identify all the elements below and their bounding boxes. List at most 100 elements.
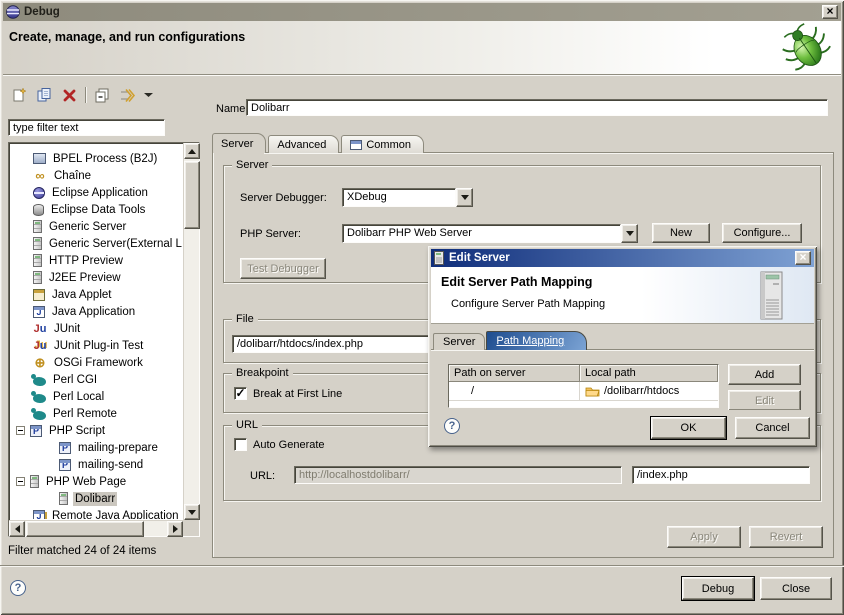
configure-server-button[interactable]: Configure...	[722, 223, 802, 243]
tree-vertical-scrollbar[interactable]	[183, 143, 199, 520]
osgi-icon	[33, 356, 47, 370]
combo-dropdown-button[interactable]	[621, 224, 638, 243]
window-titlebar[interactable]: Debug ×	[3, 3, 841, 21]
dropdown-arrow-icon	[461, 195, 469, 204]
tree-item-mailing-send[interactable]: mailing-send	[11, 456, 182, 473]
tree-item-dolibarr[interactable]: Dolibarr	[11, 490, 182, 507]
server-icon	[33, 271, 42, 284]
cancel-button[interactable]: Cancel	[735, 417, 810, 439]
junit-icon	[33, 322, 47, 336]
tree-horizontal-scrollbar[interactable]	[9, 520, 183, 536]
tree-item-java-application[interactable]: Java Application	[11, 303, 182, 320]
perl-icon	[33, 377, 46, 386]
help-icon[interactable]	[10, 580, 26, 596]
combo-dropdown-button[interactable]	[456, 188, 473, 207]
collapse-toggle-icon[interactable]	[16, 477, 25, 486]
break-first-line-checkbox[interactable]	[234, 387, 247, 400]
tree-item-bpel[interactable]: BPEL Process (B2J)	[11, 150, 182, 167]
url-base-input	[294, 466, 622, 484]
close-button[interactable]: Close	[760, 577, 832, 600]
php-server-combo[interactable]: Dolibarr PHP Web Server	[342, 224, 638, 243]
filter-launch-configurations-button[interactable]	[118, 86, 136, 104]
add-mapping-button[interactable]: Add	[728, 364, 801, 385]
scroll-left-button[interactable]	[9, 521, 25, 537]
new-server-button[interactable]: New	[652, 223, 710, 243]
tab-advanced[interactable]: Advanced	[268, 135, 339, 153]
php-icon	[59, 442, 71, 454]
table-row[interactable]: / /dolibarr/htdocs	[449, 382, 718, 400]
dialog-heading: Edit Server Path Mapping	[441, 275, 592, 289]
debug-button[interactable]: Debug	[682, 577, 754, 600]
tree-item-chaine[interactable]: Chaîne	[11, 167, 182, 184]
tree-item-http-preview[interactable]: HTTP Preview	[11, 252, 182, 269]
scroll-right-button[interactable]	[167, 521, 183, 537]
dialog-titlebar[interactable]: Edit Server ×	[431, 249, 814, 267]
window-title: Debug	[24, 6, 60, 18]
header-banner: Create, manage, and run configurations	[3, 21, 841, 75]
table-icon	[350, 140, 362, 150]
collapse-all-button[interactable]	[93, 86, 111, 104]
new-configuration-button[interactable]	[10, 86, 28, 104]
delete-configuration-button[interactable]	[60, 86, 78, 104]
tree-item-osgi-framework[interactable]: OSGi Framework	[11, 354, 182, 371]
column-local-path[interactable]: Local path	[580, 365, 718, 382]
dialog-tab-server[interactable]: Server	[433, 333, 485, 350]
java-applet-icon	[33, 289, 45, 301]
cell-path-on-server: /	[449, 382, 580, 400]
config-tabs: Server Advanced Common	[212, 133, 424, 153]
dropdown-arrow-icon	[144, 92, 153, 98]
dialog-help-icon[interactable]	[444, 418, 460, 434]
path-mapping-panel: Path on server Local path / /dolibarr/ht…	[431, 349, 814, 410]
server-group-legend: Server	[232, 159, 272, 171]
test-debugger-button[interactable]: Test Debugger	[240, 258, 326, 279]
tree-item-php-web-page[interactable]: PHP Web Page	[11, 473, 182, 490]
tree-item-perl-remote[interactable]: Perl Remote	[11, 405, 182, 422]
apply-button[interactable]: Apply	[667, 526, 741, 548]
tree-item-perl-cgi[interactable]: Perl CGI	[11, 371, 182, 388]
tree-item-junit[interactable]: JUnit	[11, 320, 182, 337]
dialog-close-button[interactable]: ×	[795, 251, 811, 265]
server-debugger-combo[interactable]: XDebug	[342, 188, 473, 207]
bpel-icon	[33, 153, 46, 164]
auto-generate-checkbox[interactable]	[234, 438, 247, 451]
php-icon	[59, 459, 71, 471]
edit-mapping-button[interactable]: Edit	[728, 390, 801, 410]
tree-item-java-applet[interactable]: Java Applet	[11, 286, 182, 303]
ok-button[interactable]: OK	[651, 417, 726, 439]
url-path-input[interactable]	[632, 466, 810, 484]
break-first-line-row: Break at First Line	[234, 387, 342, 400]
tree-item-remote-java-application[interactable]: Remote Java Application	[11, 507, 182, 519]
dialog-tab-path-mapping[interactable]: Path Mapping	[486, 331, 587, 350]
server-icon	[59, 492, 68, 505]
tree-item-junit-plugin-test[interactable]: JUnit Plug-in Test	[11, 337, 182, 354]
scroll-down-button[interactable]	[184, 504, 200, 520]
tree-item-mailing-prepare[interactable]: mailing-prepare	[11, 439, 182, 456]
tab-server[interactable]: Server	[212, 133, 266, 153]
filter-input[interactable]	[8, 119, 165, 136]
debug-bug-icon	[781, 22, 831, 74]
perl-icon	[33, 411, 46, 420]
toolbar-menu-dropdown[interactable]	[143, 86, 153, 104]
collapse-toggle-icon[interactable]	[16, 426, 25, 435]
name-input[interactable]	[246, 99, 828, 116]
window-close-button[interactable]: ×	[822, 5, 838, 19]
tree-item-perl-local[interactable]: Perl Local	[11, 388, 182, 405]
scroll-up-button[interactable]	[184, 143, 200, 159]
duplicate-configuration-button[interactable]	[35, 86, 53, 104]
column-path-on-server[interactable]: Path on server	[449, 365, 580, 382]
tab-common[interactable]: Common	[341, 135, 424, 153]
dialog-banner: Edit Server Path Mapping Configure Serve…	[431, 267, 814, 324]
close-icon: ×	[826, 6, 833, 16]
configurations-tree: BPEL Process (B2J) Chaîne Eclipse Applic…	[8, 142, 200, 537]
tree-item-generic-server[interactable]: Generic Server	[11, 218, 182, 235]
tree-item-eclipse-application[interactable]: Eclipse Application	[11, 184, 182, 201]
dialog-title: Edit Server	[449, 252, 510, 264]
revert-button[interactable]: Revert	[749, 526, 823, 548]
tree-item-eclipse-data-tools[interactable]: Eclipse Data Tools	[11, 201, 182, 218]
eclipse-logo-icon	[6, 5, 20, 19]
horizontal-scroll-thumb[interactable]	[26, 521, 144, 537]
tree-item-php-script[interactable]: PHP Script	[11, 422, 182, 439]
tree-item-j2ee-preview[interactable]: J2EE Preview	[11, 269, 182, 286]
tree-item-generic-server-external[interactable]: Generic Server(External La	[11, 235, 182, 252]
vertical-scroll-thumb[interactable]	[184, 161, 200, 229]
